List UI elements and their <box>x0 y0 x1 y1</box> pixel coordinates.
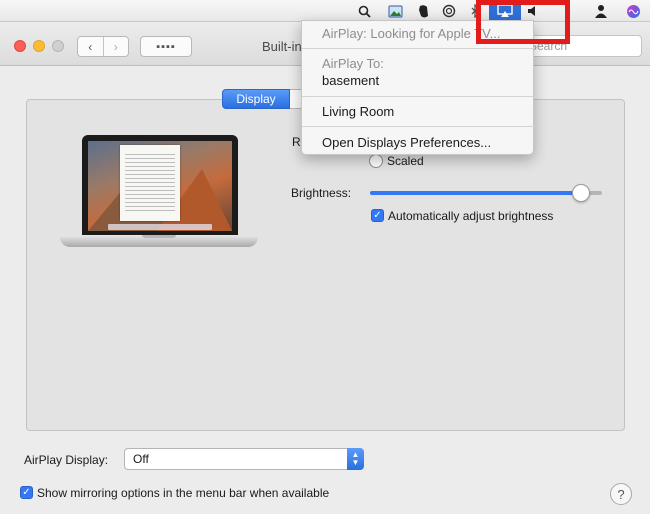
laptop-illustration <box>60 135 258 255</box>
laptop-lid <box>82 135 238 237</box>
circle-app-icon[interactable] <box>440 2 458 20</box>
scaled-label: Scaled <box>387 154 424 168</box>
user-icon[interactable] <box>592 2 610 20</box>
mirroring-checkbox[interactable]: ✓ <box>20 486 33 499</box>
document-window <box>120 145 180 221</box>
navigation-segment: ‹ › <box>77 36 129 57</box>
window-title: Built-in <box>262 39 302 54</box>
tab-display[interactable]: Display <box>222 89 290 109</box>
preview-icon[interactable] <box>386 2 404 20</box>
airplay-icon[interactable] <box>489 0 521 22</box>
brightness-slider[interactable] <box>370 191 602 195</box>
airplay-status: AirPlay: Looking for Apple TV... <box>322 26 501 41</box>
brightness-label: Brightness: <box>291 186 352 200</box>
help-button[interactable]: ? <box>610 483 632 505</box>
brightness-slider-fill <box>370 191 582 195</box>
volume-icon[interactable] <box>524 2 542 20</box>
menu-separator <box>302 96 535 97</box>
search-input[interactable]: Search <box>520 35 642 57</box>
auto-brightness-label: Automatically adjust brightness <box>388 209 554 223</box>
back-button[interactable]: ‹ <box>78 37 103 56</box>
menu-item-basement[interactable]: basement <box>322 73 379 88</box>
menu-separator <box>302 126 535 127</box>
airplay-to-header: AirPlay To: <box>322 56 384 71</box>
mirroring-label: Show mirroring options in the menu bar w… <box>37 486 330 500</box>
menu-item-open-displays-preferences[interactable]: Open Displays Preferences... <box>322 135 491 150</box>
airplay-display-select[interactable]: Off ▲ ▼ <box>124 448 364 470</box>
show-all-grid-button[interactable]: ▪▪▪▪ <box>140 36 192 57</box>
auto-brightness-checkbox[interactable]: ✓ <box>371 209 384 222</box>
brightness-slider-knob[interactable] <box>572 184 591 202</box>
search-icon[interactable] <box>355 2 373 20</box>
airplay-menu: AirPlay: Looking for Apple TV... AirPlay… <box>301 20 535 155</box>
bluetooth-icon[interactable] <box>466 2 484 20</box>
scaled-radio[interactable] <box>369 154 383 168</box>
menu-separator <box>302 48 535 49</box>
close-window-button[interactable] <box>14 40 26 52</box>
minimize-window-button[interactable] <box>33 40 45 52</box>
laptop-screen <box>88 141 232 231</box>
menu-item-living-room[interactable]: Living Room <box>322 104 394 119</box>
tab-strip: Display <box>222 89 308 109</box>
select-arrows-icon: ▲ ▼ <box>347 448 364 470</box>
zoom-window-button[interactable] <box>52 40 64 52</box>
airplay-display-label: AirPlay Display: <box>24 453 109 467</box>
resolution-label: R <box>292 135 301 149</box>
dock <box>108 224 212 230</box>
airplay-display-value: Off <box>133 452 149 466</box>
menu-bar <box>0 0 650 22</box>
evernote-icon[interactable] <box>414 2 432 20</box>
siri-icon[interactable] <box>624 2 642 20</box>
forward-button[interactable]: › <box>102 37 129 56</box>
